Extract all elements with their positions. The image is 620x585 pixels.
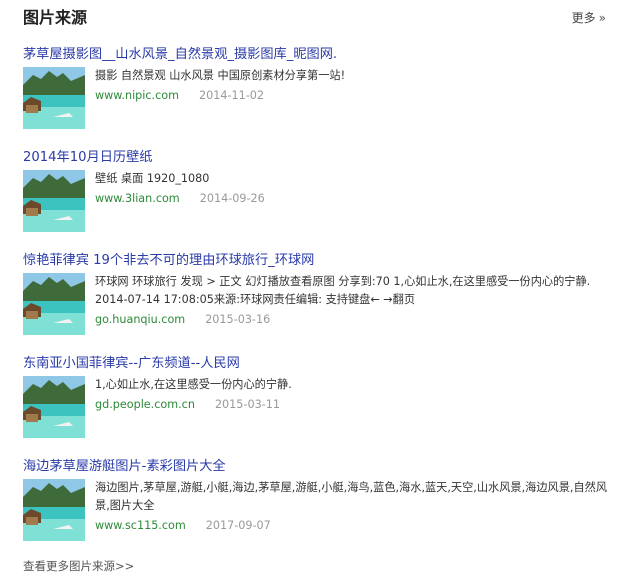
result-meta: www.nipic.com 2014-11-02 bbox=[95, 87, 613, 105]
section-title: 图片来源 bbox=[23, 8, 88, 27]
result-item: 东南亚小国菲律宾--广东频道--人民网 1,心如止水,在这里感受一份内心的宁静.… bbox=[23, 355, 613, 438]
result-url[interactable]: www.3lian.com bbox=[95, 192, 180, 205]
result-thumbnail[interactable] bbox=[23, 273, 85, 335]
result-item: 茅草屋摄影图__山水风景_自然景观_摄影图库_昵图网. 摄影 自然景观 山水风景… bbox=[23, 46, 613, 129]
result-url[interactable]: gd.people.com.cn bbox=[95, 398, 195, 411]
result-title-link[interactable]: 东南亚小国菲律宾--广东频道--人民网 bbox=[23, 355, 613, 373]
result-date: 2015-03-11 bbox=[214, 398, 280, 411]
result-meta: www.sc115.com 2017-09-07 bbox=[95, 517, 613, 535]
result-date: 2017-09-07 bbox=[205, 519, 271, 532]
result-thumbnail[interactable] bbox=[23, 67, 85, 129]
result-description: 壁纸 桌面 1920_1080 bbox=[95, 172, 210, 185]
result-url[interactable]: www.nipic.com bbox=[95, 89, 179, 102]
result-description: 1,心如止水,在这里感受一份内心的宁静. bbox=[95, 378, 292, 391]
result-date: 2014-11-02 bbox=[199, 89, 265, 102]
result-url[interactable]: go.huanqiu.com bbox=[95, 313, 185, 326]
result-thumbnail[interactable] bbox=[23, 479, 85, 541]
result-meta: gd.people.com.cn 2015-03-11 bbox=[95, 396, 613, 414]
result-description: 摄影 自然景观 山水风景 中国原创素材分享第一站! bbox=[95, 69, 346, 82]
result-description: 海边图片,茅草屋,游艇,小艇,海边,茅草屋,游艇,小艇,海鸟,蓝色,海水,蓝天,… bbox=[95, 481, 608, 512]
result-title-link[interactable]: 2014年10月日历壁纸 bbox=[23, 149, 613, 167]
result-item: 海边茅草屋游艇图片-素彩图片大全 海边图片,茅草屋,游艇,小艇,海边,茅草屋,游… bbox=[23, 458, 613, 541]
result-meta: go.huanqiu.com 2015-03-16 bbox=[95, 311, 613, 329]
section-header: 图片来源 更多» bbox=[23, 8, 608, 30]
result-item: 2014年10月日历壁纸 壁纸 桌面 1920_1080 www.3lian.c… bbox=[23, 149, 613, 232]
beach-hut-image bbox=[23, 479, 85, 541]
beach-hut-image bbox=[23, 376, 85, 438]
more-button[interactable]: 更多» bbox=[572, 9, 606, 27]
more-label: 更多 bbox=[571, 11, 596, 25]
result-title-link[interactable]: 茅草屋摄影图__山水风景_自然景观_摄影图库_昵图网. bbox=[23, 46, 613, 64]
more-sources-link[interactable]: 查看更多图片来源>> bbox=[23, 558, 134, 574]
result-thumbnail[interactable] bbox=[23, 376, 85, 438]
result-item: 惊艳菲律宾 19个非去不可的理由环球旅行_环球网 环球网 环球旅行 发现 > 正… bbox=[23, 252, 613, 335]
result-title-link[interactable]: 惊艳菲律宾 19个非去不可的理由环球旅行_环球网 bbox=[23, 252, 613, 270]
result-description: 环球网 环球旅行 发现 > 正文 幻灯播放查看原图 分享到:70 1,心如止水,… bbox=[95, 275, 591, 306]
result-date: 2014-09-26 bbox=[199, 192, 265, 205]
beach-hut-image bbox=[23, 170, 85, 232]
beach-hut-image bbox=[23, 67, 85, 129]
beach-hut-image bbox=[23, 273, 85, 335]
result-url[interactable]: www.sc115.com bbox=[95, 519, 186, 532]
result-title-link[interactable]: 海边茅草屋游艇图片-素彩图片大全 bbox=[23, 458, 613, 476]
double-chevron-right-icon: » bbox=[598, 11, 606, 25]
result-date: 2015-03-16 bbox=[205, 313, 271, 326]
result-meta: www.3lian.com 2014-09-26 bbox=[95, 190, 613, 208]
result-thumbnail[interactable] bbox=[23, 170, 85, 232]
